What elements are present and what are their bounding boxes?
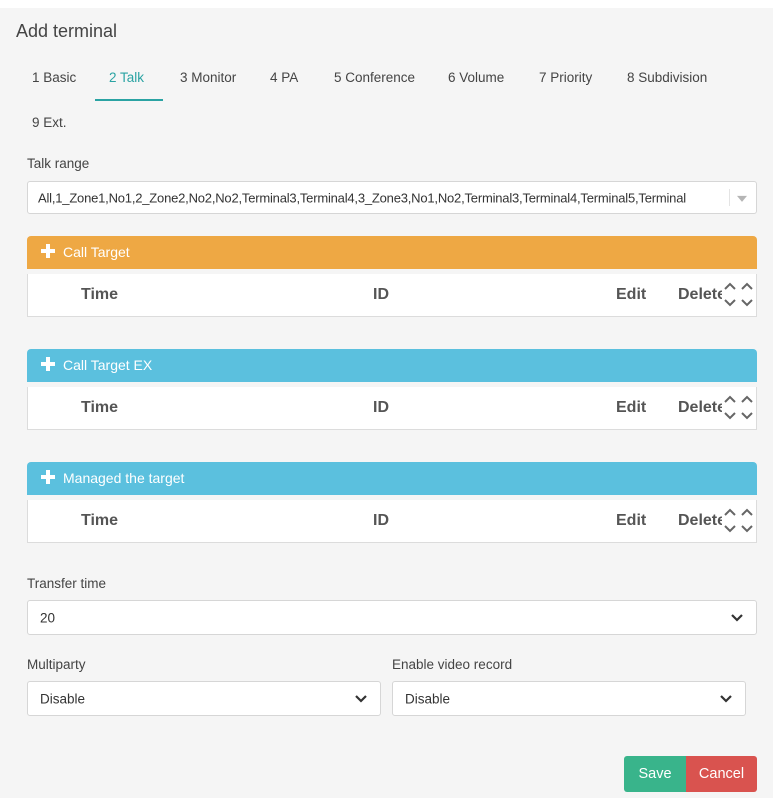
multiparty-label: Multiparty (27, 657, 86, 672)
managed-target-grid-header: Time ID Edit Delete (27, 500, 757, 543)
column-delete[interactable]: Delete (678, 512, 722, 530)
sort-arrows-icon[interactable] (723, 504, 755, 538)
save-button[interactable]: Save (624, 756, 686, 792)
column-id[interactable]: ID (373, 286, 389, 304)
tab-monitor[interactable]: 3 Monitor (180, 70, 236, 85)
call-target-title: Call Target (63, 244, 130, 260)
sort-arrows-icon[interactable] (723, 391, 755, 425)
plus-icon[interactable] (41, 357, 55, 371)
talk-range-label: Talk range (27, 156, 90, 171)
sort-arrows-icon[interactable] (723, 278, 755, 312)
call-target-ex-panel-header[interactable]: Call Target EX (27, 349, 757, 382)
chevron-down-icon[interactable] (354, 694, 368, 704)
managed-target-title: Managed the target (63, 470, 185, 486)
column-id[interactable]: ID (373, 512, 389, 530)
talk-range-value: All,1_Zone1,No1,2_Zone2,No2,No2,Terminal… (38, 190, 686, 205)
transfer-time-value: 20 (40, 610, 56, 625)
column-time[interactable]: Time (81, 399, 118, 417)
multiparty-select[interactable]: Disable (27, 681, 381, 716)
dialog-title: Add terminal (16, 21, 118, 41)
tab-ext[interactable]: 9 Ext. (32, 115, 67, 130)
video-record-value: Disable (405, 691, 451, 706)
select-divider (729, 189, 730, 206)
column-id[interactable]: ID (373, 399, 389, 417)
chevron-down-icon[interactable] (730, 613, 744, 623)
call-target-grid-header: Time ID Edit Delete (27, 274, 757, 317)
managed-target-panel-header[interactable]: Managed the target (27, 462, 757, 495)
video-record-label: Enable video record (392, 657, 513, 672)
video-record-select[interactable]: Disable (392, 681, 746, 716)
add-terminal-dialog: Add terminal 1 Basic 2 Talk 3 Monitor 4 … (0, 8, 773, 798)
chevron-down-icon[interactable] (719, 694, 733, 704)
talk-range-select[interactable]: All,1_Zone1,No1,2_Zone2,No2,No2,Terminal… (27, 181, 757, 214)
call-target-ex-title: Call Target EX (63, 357, 153, 373)
active-tab-indicator (95, 99, 163, 101)
call-target-ex-grid-header: Time ID Edit Delete (27, 387, 757, 430)
plus-icon[interactable] (41, 470, 55, 484)
cancel-button[interactable]: Cancel (686, 756, 757, 792)
transfer-time-select[interactable]: 20 (27, 600, 757, 635)
transfer-time-label: Transfer time (27, 576, 107, 591)
plus-icon[interactable] (41, 244, 55, 258)
tab-priority[interactable]: 7 Priority (539, 70, 592, 85)
multiparty-value: Disable (40, 691, 86, 706)
tab-conference[interactable]: 5 Conference (334, 70, 415, 85)
column-delete[interactable]: Delete (678, 286, 722, 304)
tab-volume[interactable]: 6 Volume (448, 70, 504, 85)
column-time[interactable]: Time (81, 512, 118, 530)
call-target-panel-header[interactable]: Call Target (27, 236, 757, 269)
column-time[interactable]: Time (81, 286, 118, 304)
caret-down-icon[interactable] (737, 195, 747, 202)
tab-talk[interactable]: 2 Talk (109, 70, 144, 85)
tab-basic[interactable]: 1 Basic (32, 70, 76, 85)
column-edit[interactable]: Edit (616, 286, 646, 304)
column-edit[interactable]: Edit (616, 399, 646, 417)
tab-subdivision[interactable]: 8 Subdivision (627, 70, 707, 85)
column-edit[interactable]: Edit (616, 512, 646, 530)
tab-pa[interactable]: 4 PA (270, 70, 298, 85)
column-delete[interactable]: Delete (678, 399, 722, 417)
